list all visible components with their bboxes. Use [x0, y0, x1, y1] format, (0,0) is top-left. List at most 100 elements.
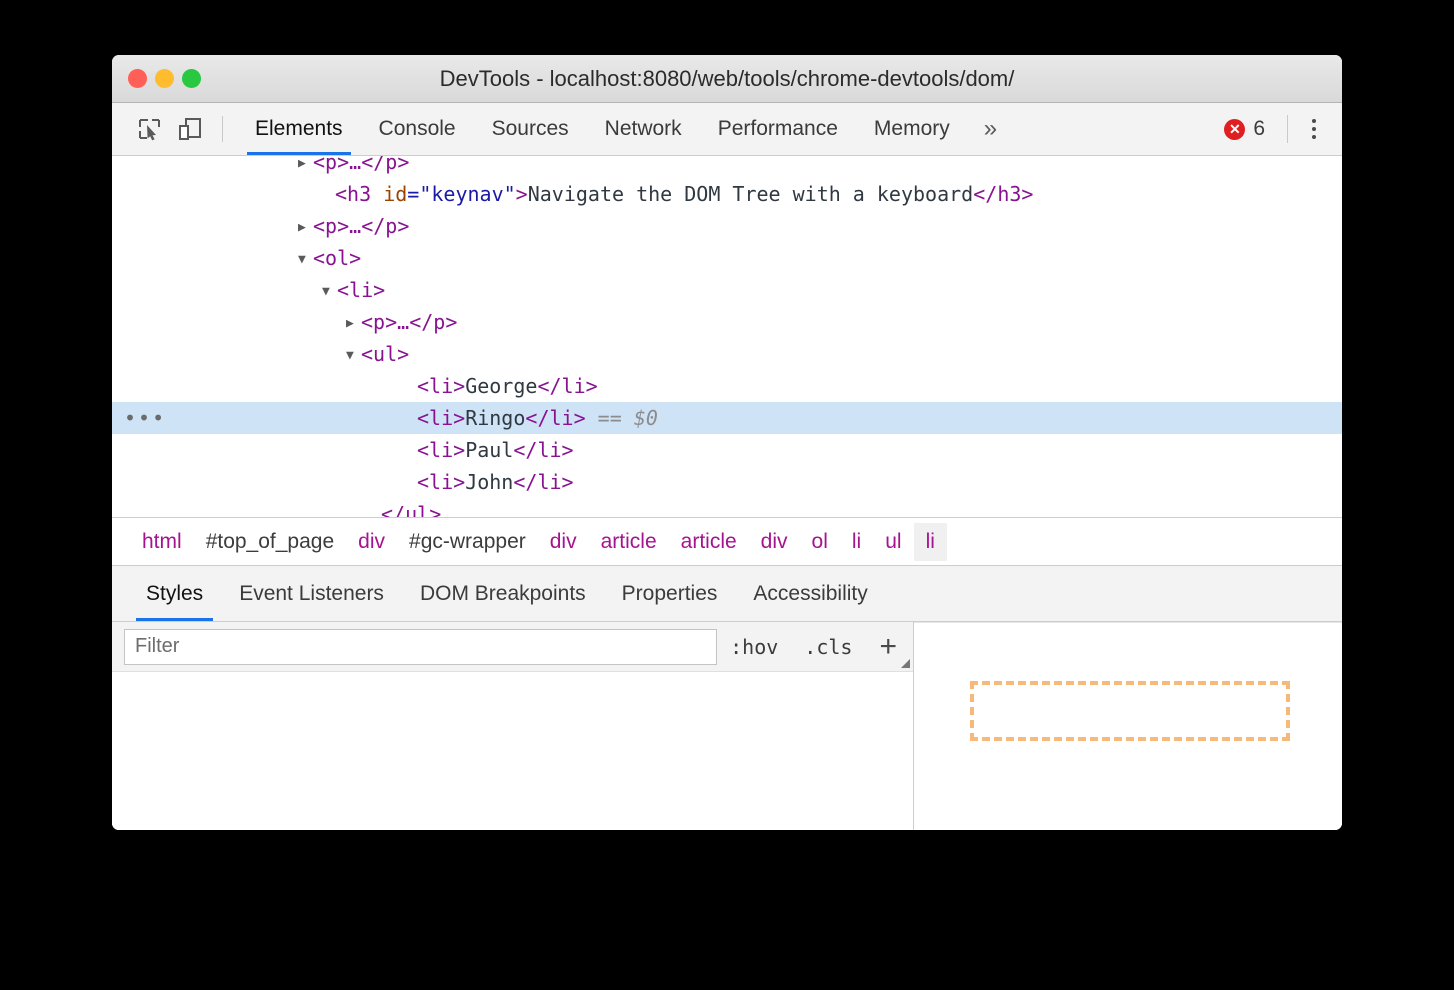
breadcrumb-item-div[interactable]: div: [749, 523, 800, 561]
dom-tree-row[interactable]: <p>…</p>: [112, 156, 1342, 178]
tab-styles[interactable]: Styles: [128, 566, 221, 621]
dom-tree-row[interactable]: <h3 id="keynav">Navigate the DOM Tree wi…: [112, 178, 1342, 210]
kebab-menu-icon[interactable]: [1296, 109, 1332, 149]
dom-token-tag: li: [550, 406, 574, 430]
breadcrumb-item-ul[interactable]: ul: [873, 523, 913, 561]
breadcrumb-item-li[interactable]: li: [914, 523, 947, 561]
dom-tree-row[interactable]: <li>Paul</li>: [112, 434, 1342, 466]
dom-token-txt: [371, 182, 383, 206]
tab-sources[interactable]: Sources: [474, 103, 587, 155]
dom-token-punct: <: [417, 406, 429, 430]
dom-token-tag: ul: [373, 342, 397, 366]
dom-tree-row[interactable]: <p>…</p>: [112, 210, 1342, 242]
dom-token-tag: p: [385, 214, 397, 238]
dom-token-punct: <: [417, 438, 429, 462]
dom-token-punct: <: [361, 342, 373, 366]
breadcrumb-item-li[interactable]: li: [840, 523, 873, 561]
more-tabs-chevron-icon[interactable]: »: [968, 117, 1013, 141]
dom-token-txt: John: [465, 470, 513, 494]
dom-tree-row[interactable]: <li>John</li>: [112, 466, 1342, 498]
dom-token-tag: p: [373, 310, 385, 334]
dom-token-punct: >: [586, 374, 598, 398]
cls-toggle-button[interactable]: .cls: [791, 635, 865, 659]
expand-triangle-icon[interactable]: [322, 276, 337, 308]
tab-dom-breakpoints[interactable]: DOM Breakpoints: [402, 566, 604, 621]
dom-tree-row[interactable]: <ol>: [112, 242, 1342, 274]
dom-token-punct: <: [361, 310, 373, 334]
expand-triangle-icon[interactable]: [298, 244, 313, 276]
breadcrumb-item-html[interactable]: html: [130, 523, 194, 561]
dom-tree-row[interactable]: <p>…</p>: [112, 306, 1342, 338]
tab-performance[interactable]: Performance: [700, 103, 856, 155]
window-title: DevTools - localhost:8080/web/tools/chro…: [440, 66, 1015, 92]
dom-tree-row[interactable]: <li>: [112, 274, 1342, 306]
tab-properties[interactable]: Properties: [604, 566, 736, 621]
tab-console[interactable]: Console: [361, 103, 474, 155]
breadcrumb-item-div[interactable]: div: [346, 523, 397, 561]
dom-token-tag: p: [385, 156, 397, 174]
tab-memory[interactable]: Memory: [856, 103, 968, 155]
tab-accessibility[interactable]: Accessibility: [735, 566, 885, 621]
dom-token-txt: Navigate the DOM Tree with a keyboard: [528, 182, 974, 206]
dom-token-punct: </: [409, 310, 433, 334]
styles-pane-left: :hov .cls +: [112, 622, 914, 830]
search-input[interactable]: [124, 629, 717, 665]
dom-token-punct: >: [516, 182, 528, 206]
new-style-rule-button[interactable]: +: [865, 632, 913, 662]
dom-token-tag: li: [429, 374, 453, 398]
dom-token-punct: >: [574, 406, 586, 430]
dom-tree-row-selected[interactable]: •••<li>Ringo</li> == $0: [112, 402, 1342, 434]
dom-token-punct: </: [973, 182, 997, 206]
dropdown-corner-icon: [901, 659, 910, 668]
expand-triangle-icon[interactable]: [346, 340, 361, 372]
dom-tree-row[interactable]: <ul>: [112, 338, 1342, 370]
breadcrumb-item-gc-wrapper[interactable]: #gc-wrapper: [397, 523, 538, 561]
toolbar-divider-right: [1287, 115, 1288, 143]
styles-filter-bar: :hov .cls +: [112, 622, 913, 672]
dom-token-punct: <: [417, 470, 429, 494]
expand-triangle-icon[interactable]: [298, 156, 313, 180]
close-window-button[interactable]: [128, 69, 147, 88]
error-count-label: 6: [1253, 117, 1265, 141]
dom-token-tag: ol: [325, 246, 349, 270]
plus-icon: +: [879, 630, 897, 663]
expand-triangle-icon[interactable]: [346, 308, 361, 340]
maximize-window-button[interactable]: [182, 69, 201, 88]
dom-token-tag: li: [562, 374, 586, 398]
toolbar-divider: [222, 116, 223, 142]
breadcrumb-item-ol[interactable]: ol: [800, 523, 840, 561]
dom-token-punct: </: [537, 374, 561, 398]
inspect-element-icon[interactable]: [130, 109, 170, 149]
tab-event-listeners[interactable]: Event Listeners: [221, 566, 402, 621]
devtools-main-toolbar: Elements Console Sources Network Perform…: [112, 103, 1342, 156]
dom-token-attr-name: id: [383, 182, 407, 206]
dom-token-punct: >: [349, 246, 361, 270]
dom-token-punct: </: [513, 438, 537, 462]
dom-tree-row[interactable]: </ul>: [112, 498, 1342, 517]
device-toolbar-icon[interactable]: [170, 109, 210, 149]
dom-token-dollar: $0: [634, 406, 658, 430]
minimize-window-button[interactable]: [155, 69, 174, 88]
dom-tree-row[interactable]: <li>George</li>: [112, 370, 1342, 402]
expand-triangle-icon[interactable]: [298, 212, 313, 244]
error-count-badge[interactable]: ✕ 6: [1224, 117, 1279, 141]
dom-tree-panel[interactable]: <p>…</p><h3 id="keynav">Navigate the DOM…: [112, 156, 1342, 517]
computed-pane: [914, 622, 1342, 830]
dom-token-punct: >: [445, 310, 457, 334]
breadcrumb[interactable]: html#top_of_pagediv#gc-wrapperdivarticle…: [112, 517, 1342, 566]
hov-toggle-button[interactable]: :hov: [717, 635, 791, 659]
breadcrumb-item-div[interactable]: div: [538, 523, 589, 561]
dom-token-tag: h3: [997, 182, 1021, 206]
breadcrumb-item-article[interactable]: article: [589, 523, 669, 561]
error-x-icon: ✕: [1224, 119, 1245, 140]
dom-token-punct: </: [381, 502, 405, 517]
tab-elements[interactable]: Elements: [237, 103, 361, 155]
dom-token-tag: li: [537, 438, 561, 462]
dom-token-punct: >: [385, 310, 397, 334]
breadcrumb-item-article[interactable]: article: [669, 523, 749, 561]
dom-token-txt: George: [465, 374, 537, 398]
tab-network[interactable]: Network: [587, 103, 700, 155]
dom-token-punct: <: [335, 182, 347, 206]
dom-token-ellip: …: [397, 310, 409, 334]
breadcrumb-item-topofpage[interactable]: #top_of_page: [194, 523, 346, 561]
